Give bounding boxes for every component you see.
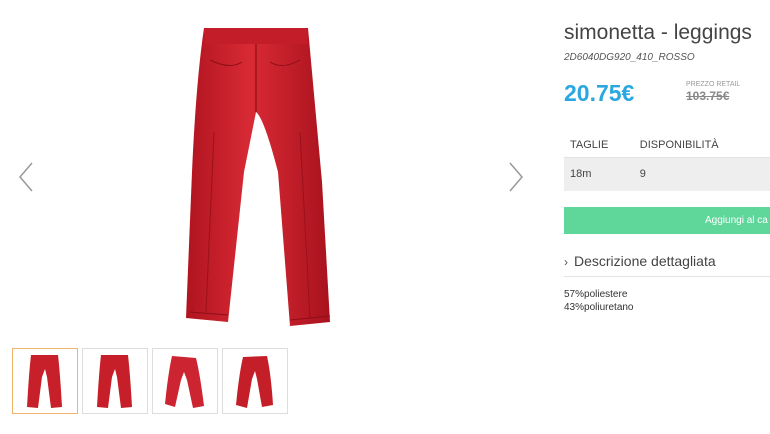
leggings-image bbox=[186, 28, 331, 326]
product-title: simonetta - leggings bbox=[564, 21, 752, 44]
description-toggle[interactable]: › Descrizione dettagliata bbox=[564, 253, 716, 269]
composition-text: 57%poliestere 43%poliuretano bbox=[564, 288, 634, 314]
composition-line: 43%poliuretano bbox=[564, 302, 634, 313]
availability-value: 9 bbox=[635, 157, 770, 191]
thumbnail-strip bbox=[12, 348, 288, 414]
product-details: simonetta - leggings 2D6040DG920_410_ROS… bbox=[564, 0, 770, 434]
thumbnail-3[interactable] bbox=[152, 348, 218, 414]
leggings-thumbnail-icon bbox=[27, 355, 62, 408]
leggings-thumbnail-icon bbox=[97, 355, 132, 408]
size-table-header: TAGLIE DISPONIBILITÀ bbox=[564, 133, 770, 158]
retail-price: 103.75€ bbox=[686, 89, 730, 103]
availability-column-header: DISPONIBILITÀ bbox=[635, 133, 770, 158]
thumbnail-1[interactable] bbox=[12, 348, 78, 414]
divider bbox=[564, 276, 770, 277]
product-sku: 2D6040DG920_410_ROSSO bbox=[564, 52, 695, 63]
thumbnail-4[interactable] bbox=[222, 348, 288, 414]
chevron-right-icon[interactable] bbox=[506, 160, 526, 194]
size-table: TAGLIE DISPONIBILITÀ 18m 9 bbox=[564, 133, 770, 191]
product-gallery bbox=[0, 0, 540, 434]
description-toggle-label: Descrizione dettagliata bbox=[574, 253, 716, 269]
product-price: 20.75€ bbox=[564, 80, 635, 106]
size-column-header: TAGLIE bbox=[564, 133, 636, 158]
thumbnail-2[interactable] bbox=[82, 348, 148, 414]
chevron-left-icon[interactable] bbox=[16, 160, 36, 194]
leggings-thumbnail-icon bbox=[236, 356, 273, 408]
size-value: 18m bbox=[564, 157, 636, 191]
leggings-thumbnail-icon bbox=[165, 356, 204, 408]
retail-price-label: PREZZO RETAIL bbox=[686, 81, 741, 88]
add-to-cart-button[interactable]: Aggiungi al ca bbox=[564, 207, 770, 234]
chevron-right-icon: › bbox=[564, 255, 568, 269]
table-row[interactable]: 18m 9 bbox=[564, 157, 770, 191]
composition-line: 57%poliestere bbox=[564, 289, 628, 300]
